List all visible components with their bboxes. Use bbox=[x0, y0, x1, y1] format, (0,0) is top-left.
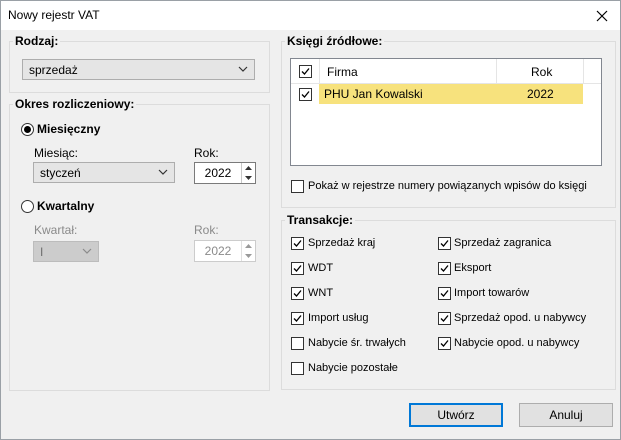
nabycie-opod-label[interactable]: Nabycie opod. u nabywcy bbox=[454, 337, 579, 349]
quarter-select-value: I bbox=[40, 245, 44, 259]
spin-up-icon[interactable] bbox=[242, 163, 255, 173]
column-header-firma[interactable]: Firma bbox=[327, 65, 358, 79]
monthly-radio[interactable] bbox=[21, 123, 34, 136]
monthly-year-value: 2022 bbox=[204, 166, 232, 180]
chevron-down-icon bbox=[158, 169, 168, 175]
sprzedaz-kraj-label[interactable]: Sprzedaż kraj bbox=[308, 237, 375, 249]
row-rok: 2022 bbox=[527, 87, 554, 101]
nabycie-opod-checkbox[interactable] bbox=[438, 337, 451, 350]
wnt-checkbox[interactable] bbox=[291, 287, 304, 300]
nabycie-sr-trwalych-checkbox[interactable] bbox=[291, 337, 304, 350]
close-button[interactable] bbox=[584, 1, 620, 30]
dialog-window: Nowy rejestr VAT Rodzaj: sprzedaż Okres … bbox=[0, 0, 621, 440]
sprzedaz-zagranica-label[interactable]: Sprzedaż zagranica bbox=[454, 237, 551, 249]
wdt-checkbox[interactable] bbox=[291, 262, 304, 275]
quarterly-year-value: 2022 bbox=[204, 244, 232, 258]
rodzaj-select-value: sprzedaż bbox=[29, 63, 78, 77]
show-numbers-label[interactable]: Pokaż w rejestrze numery powiązanych wpi… bbox=[308, 180, 587, 192]
sprzedaz-opod-label[interactable]: Sprzedaż opod. u nabywcy bbox=[454, 312, 586, 324]
column-header-rok[interactable]: Rok bbox=[531, 65, 552, 79]
select-all-checkbox[interactable] bbox=[299, 65, 312, 78]
wnt-label[interactable]: WNT bbox=[308, 287, 333, 299]
import-uslug-checkbox[interactable] bbox=[291, 312, 304, 325]
chevron-down-icon bbox=[82, 248, 92, 254]
nabycie-pozostale-checkbox[interactable] bbox=[291, 362, 304, 375]
grid-header: Firma Rok bbox=[291, 59, 601, 84]
table-row[interactable]: PHU Jan Kowalski 2022 bbox=[291, 84, 601, 104]
cancel-button[interactable]: Anuluj bbox=[519, 403, 613, 427]
month-label: Miesiąc: bbox=[34, 146, 79, 160]
quarterly-year-label: Rok: bbox=[194, 223, 219, 237]
wdt-label[interactable]: WDT bbox=[308, 262, 333, 274]
import-uslug-label[interactable]: Import usług bbox=[308, 312, 369, 324]
monthly-year-label: Rok: bbox=[194, 146, 219, 160]
row-firma: PHU Jan Kowalski bbox=[324, 87, 423, 101]
okres-legend: Okres rozliczeniowy: bbox=[13, 97, 137, 111]
month-select-value: styczeń bbox=[40, 166, 81, 180]
sprzedaz-kraj-checkbox[interactable] bbox=[291, 237, 304, 250]
sprzedaz-opod-checkbox[interactable] bbox=[438, 312, 451, 325]
sprzedaz-zagranica-checkbox[interactable] bbox=[438, 237, 451, 250]
monthly-year-spinner[interactable]: 2022 bbox=[194, 162, 256, 184]
nabycie-pozostale-label[interactable]: Nabycie pozostałe bbox=[308, 362, 398, 374]
window-title: Nowy rejestr VAT bbox=[8, 8, 100, 22]
spin-down-icon bbox=[242, 251, 255, 261]
import-towarow-checkbox[interactable] bbox=[438, 287, 451, 300]
eksport-label[interactable]: Eksport bbox=[454, 262, 491, 274]
monthly-label[interactable]: Miesięczny bbox=[37, 122, 100, 136]
show-numbers-checkbox[interactable] bbox=[291, 180, 304, 193]
quarterly-label[interactable]: Kwartalny bbox=[37, 199, 94, 213]
nabycie-sr-trwalych-label[interactable]: Nabycie śr. trwałych bbox=[308, 337, 406, 349]
close-icon bbox=[596, 10, 608, 21]
create-button[interactable]: Utwórz bbox=[409, 403, 503, 427]
rodzaj-legend: Rodzaj: bbox=[13, 34, 61, 48]
quarterly-year-spinner: 2022 bbox=[194, 240, 256, 262]
transakcje-legend: Transakcje: bbox=[285, 213, 356, 227]
spin-up-icon bbox=[242, 241, 255, 251]
eksport-checkbox[interactable] bbox=[438, 262, 451, 275]
title-bar: Nowy rejestr VAT bbox=[1, 1, 620, 30]
spin-down-icon[interactable] bbox=[242, 173, 255, 183]
import-towarow-label[interactable]: Import towarów bbox=[454, 287, 529, 299]
chevron-down-icon bbox=[238, 66, 248, 72]
row-checkbox[interactable] bbox=[299, 88, 312, 101]
ksiegi-legend: Księgi źródłowe: bbox=[285, 34, 385, 48]
quarterly-radio[interactable] bbox=[21, 200, 34, 213]
ksiegi-grid[interactable]: Firma Rok PHU Jan Kowalski 2022 bbox=[290, 58, 602, 166]
quarter-select: I bbox=[33, 241, 99, 262]
month-select[interactable]: styczeń bbox=[33, 162, 175, 183]
rodzaj-select[interactable]: sprzedaż bbox=[22, 59, 255, 80]
quarter-label: Kwartał: bbox=[34, 223, 78, 237]
